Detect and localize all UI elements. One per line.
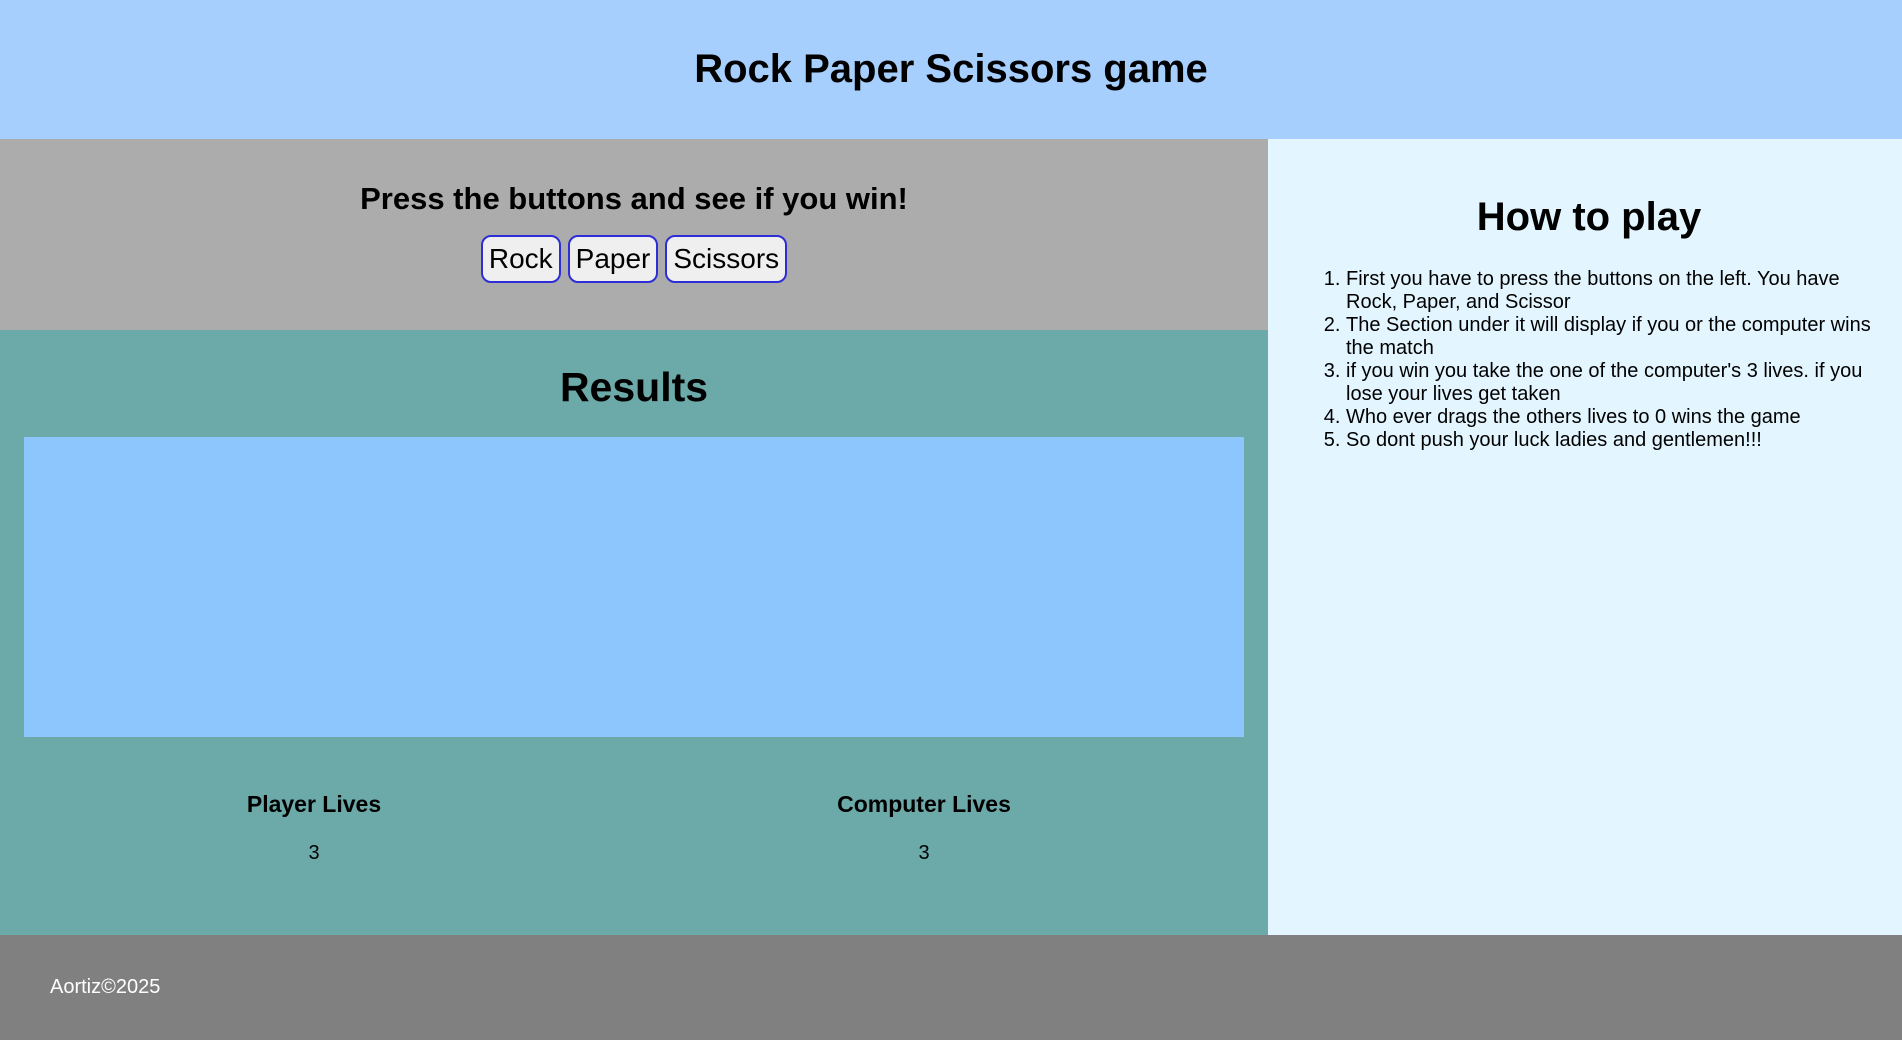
controls-prompt: Press the buttons and see if you win! [360,181,908,216]
computer-lives-value: 3 [918,842,930,864]
list-item: So dont push your luck ladies and gentle… [1346,429,1872,452]
choice-buttons: Rock Paper Scissors [0,235,1268,283]
list-item: if you win you take the one of the compu… [1346,360,1872,406]
page-footer: Aortiz©2025 [0,935,1902,1040]
game-panel: Press the buttons and see if you win! Ro… [0,139,1268,935]
player-lives-panel: Player Lives 3 [24,791,634,865]
list-item: First you have to press the buttons on t… [1346,268,1872,314]
controls-section: Press the buttons and see if you win! Ro… [0,139,1268,330]
how-to-play-list: First you have to press the buttons on t… [1306,268,1872,452]
list-item: The Section under it will display if you… [1346,314,1872,360]
scissors-button[interactable]: Scissors [665,235,788,283]
results-title: Results [559,364,709,410]
page-header: Rock Paper Scissors game [0,0,1902,139]
results-section: Results Player Lives 3 Computer Lives 3 [0,330,1268,935]
how-to-play-panel: How to play First you have to press the … [1268,139,1902,935]
page-title: Rock Paper Scissors game [694,47,1208,91]
page: Rock Paper Scissors game Press the butto… [0,0,1902,1040]
rock-button[interactable]: Rock [480,235,561,283]
result-display [24,437,1244,737]
computer-lives-panel: Computer Lives 3 [634,791,1244,865]
paper-button[interactable]: Paper [567,235,659,283]
computer-lives-label: Computer Lives [837,791,1011,817]
player-lives-label: Player Lives [246,791,382,817]
lives-row: Player Lives 3 Computer Lives 3 [24,791,1244,865]
list-item: Who ever drags the others lives to 0 win… [1346,406,1872,429]
main-content: Press the buttons and see if you win! Ro… [0,139,1902,935]
footer-copyright: Aortiz©2025 [50,976,161,998]
how-to-play-title: How to play [1476,195,1702,239]
player-lives-value: 3 [308,842,320,864]
